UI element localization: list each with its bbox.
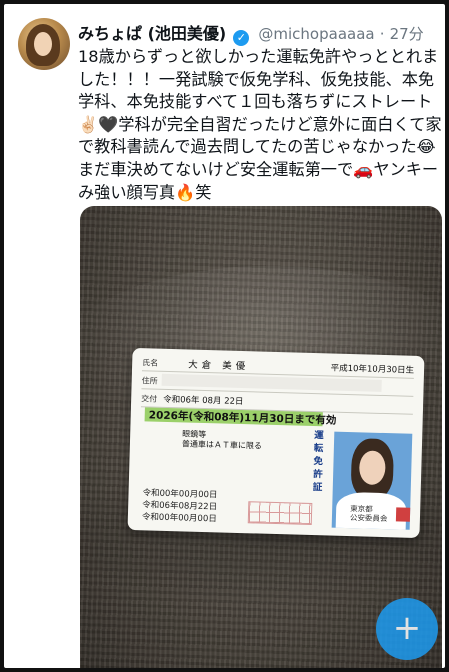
- license-name: 大倉 美優: [187, 359, 250, 373]
- name-label: 氏名: [142, 358, 159, 368]
- official-seal-icon: [395, 507, 411, 522]
- avatar-face: [34, 32, 52, 56]
- timestamp[interactable]: 27分: [390, 25, 424, 43]
- separator: ·: [379, 25, 385, 43]
- issue-label: 交付: [141, 394, 158, 404]
- tweet-screen: みちょぱ (池田美優) ✓ @michopaaaaa · 27分 18歳からずっ…: [4, 4, 445, 668]
- issue-date: 令和06年 08月 22日: [163, 394, 244, 408]
- avatar[interactable]: [18, 18, 70, 70]
- tweet-header: みちょぱ (池田美優) ✓ @michopaaaaa · 27分: [78, 20, 437, 46]
- tweet-text: 18歳からずっと欲しかった運転免許やっととれました！！！一発試験で仮免学科、仮免…: [78, 47, 442, 202]
- drivers-license-card: 氏名 大倉 美優 平成10年10月30日生 住所 交付 令和06年 08月 22…: [127, 347, 425, 539]
- license-birth: 平成10年10月30日生: [330, 363, 415, 376]
- address-label: 住所: [141, 376, 158, 386]
- license-category-grid: [247, 501, 313, 526]
- compose-plus-icon[interactable]: +: [376, 598, 438, 660]
- verified-badge-icon: ✓: [233, 30, 250, 46]
- tweet-photo[interactable]: 氏名 大倉 美優 平成10年10月30日生 住所 交付 令和06年 08月 22…: [80, 206, 442, 668]
- license-issuer: 東京都 公安委員会: [349, 504, 388, 524]
- user-handle[interactable]: @michopaaaaa: [258, 25, 374, 43]
- display-name[interactable]: みちょぱ (池田美優): [78, 24, 226, 43]
- license-history-3: 令和00年00月00日: [141, 512, 217, 525]
- license-class-label: 運転免許証: [312, 430, 324, 494]
- compose-button-symbol: +: [392, 608, 422, 648]
- license-conditions: 眼鏡等 普通車はＡＴ車に限る: [181, 429, 263, 451]
